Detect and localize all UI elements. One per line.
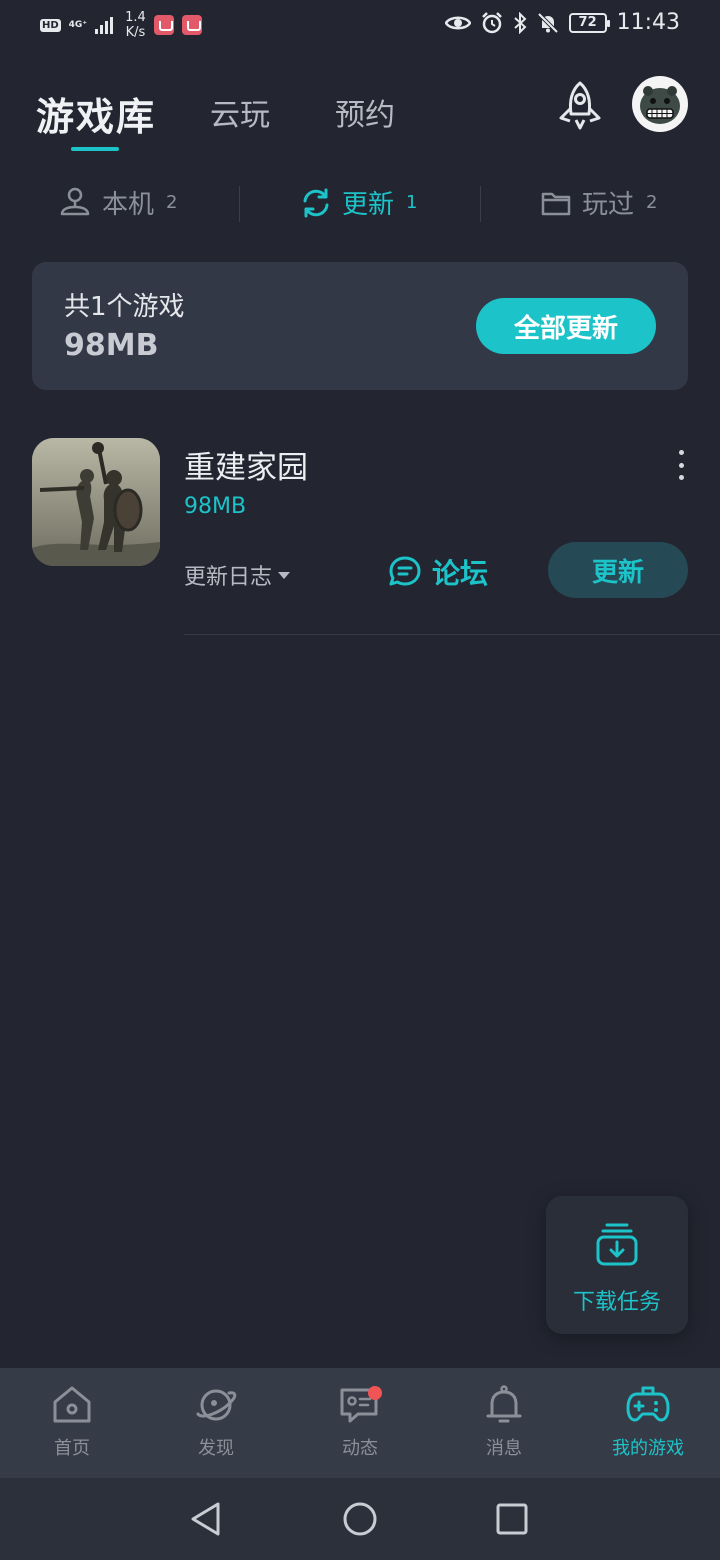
update-summary-card: 共1个游戏 98MB 全部更新 xyxy=(32,262,688,390)
update-all-button[interactable]: 全部更新 xyxy=(476,298,656,354)
status-bar: HD 4G⁺ 1.4 K/s 72 11:43 xyxy=(0,0,720,52)
nav-home-label: 首页 xyxy=(54,1438,90,1459)
subtab-played-label: 玩过 xyxy=(582,190,635,220)
forum-button[interactable]: 论坛 xyxy=(388,552,488,592)
folder-icon xyxy=(541,192,571,215)
nav-discover-label: 发现 xyxy=(198,1438,234,1459)
user-avatar[interactable] xyxy=(632,76,688,132)
nav-messages-label: 消息 xyxy=(486,1438,522,1459)
download-tasks-button[interactable]: 下载任务 xyxy=(546,1196,688,1334)
nav-messages[interactable]: 消息 xyxy=(432,1384,576,1460)
download-tray-icon xyxy=(596,1223,638,1266)
hd-indicator: HD xyxy=(40,18,61,32)
game-size: 98MB xyxy=(184,494,247,519)
tab-cloud-play[interactable]: 云玩 xyxy=(210,90,270,134)
nav-my-games-label: 我的游戏 xyxy=(612,1438,684,1459)
download-tasks-label: 下载任务 xyxy=(572,1290,661,1315)
top-header: 游戏库 云玩 预约 xyxy=(0,70,720,160)
caret-down-icon xyxy=(278,571,291,579)
speed-value: 1.4 xyxy=(125,10,146,25)
refresh-icon xyxy=(303,188,329,217)
subtab-update[interactable]: 更新 1 xyxy=(300,184,417,221)
nav-my-games[interactable]: 我的游戏 xyxy=(576,1384,720,1460)
subtab-local[interactable]: 本机 2 xyxy=(58,184,177,221)
total-size: 98MB xyxy=(64,328,159,363)
list-divider xyxy=(184,634,720,635)
nav-home[interactable]: 首页 xyxy=(0,1384,144,1460)
game-count-text: 共1个游戏 xyxy=(64,292,185,322)
subtab-local-count: 2 xyxy=(166,192,178,213)
changelog-label: 更新日志 xyxy=(184,565,273,590)
divider xyxy=(480,186,481,222)
system-nav-bar xyxy=(0,1478,720,1560)
gamepad-icon xyxy=(626,1386,670,1422)
chat-bubble-icon xyxy=(389,556,421,586)
eye-icon xyxy=(444,16,471,29)
tab-reservations[interactable]: 预约 xyxy=(335,90,395,134)
bluetooth-icon xyxy=(513,11,527,34)
network-speed: 1.4 K/s xyxy=(125,10,146,40)
notification-dot xyxy=(368,1386,382,1400)
planet-icon xyxy=(196,1389,237,1421)
nav-feed[interactable]: 动态 xyxy=(288,1384,432,1460)
recents-icon[interactable] xyxy=(494,1500,530,1538)
app-notification-icon xyxy=(153,15,174,35)
forum-label: 论坛 xyxy=(432,557,489,590)
sub-tabs: 本机 2 更新 1 玩过 2 xyxy=(0,176,720,236)
battery-icon: 72 xyxy=(568,12,610,33)
bottom-nav: 首页 发现 动态 消息 我的游戏 xyxy=(0,1368,720,1478)
clock: 11:43 xyxy=(616,10,680,35)
speed-unit: K/s xyxy=(125,25,146,40)
nav-feed-label: 动态 xyxy=(342,1438,378,1459)
changelog-toggle[interactable]: 更新日志 xyxy=(184,559,291,591)
subtab-local-label: 本机 xyxy=(102,190,155,220)
divider xyxy=(239,186,240,222)
home-icon xyxy=(53,1386,91,1423)
app-notification-icon xyxy=(181,15,202,35)
update-button[interactable]: 更新 xyxy=(548,542,688,598)
subtab-played-count: 2 xyxy=(646,192,658,213)
game-title[interactable]: 重建家园 xyxy=(184,442,308,487)
game-icon[interactable] xyxy=(32,438,160,566)
bell-icon xyxy=(486,1385,522,1423)
rocket-icon[interactable] xyxy=(555,80,605,132)
more-options-icon[interactable] xyxy=(672,450,690,480)
home-circle-icon[interactable] xyxy=(342,1500,378,1538)
game-artwork-icon xyxy=(32,438,160,566)
mute-bell-icon xyxy=(537,12,559,33)
tab-game-library[interactable]: 游戏库 xyxy=(36,86,156,141)
alarm-icon xyxy=(481,11,502,33)
back-icon[interactable] xyxy=(188,1500,224,1538)
network-type: 4G⁺ xyxy=(68,19,88,30)
subtab-update-label: 更新 xyxy=(342,190,395,220)
signal-icon xyxy=(95,16,114,34)
nav-discover[interactable]: 发现 xyxy=(144,1384,288,1460)
subtab-update-count: 1 xyxy=(406,192,418,213)
active-tab-indicator xyxy=(71,147,119,151)
subtab-played[interactable]: 玩过 2 xyxy=(540,184,657,221)
avatar-face-icon xyxy=(640,86,680,124)
joystick-icon xyxy=(60,187,90,215)
game-list-item: 重建家园 98MB 更新日志 论坛 更新 xyxy=(0,438,720,635)
